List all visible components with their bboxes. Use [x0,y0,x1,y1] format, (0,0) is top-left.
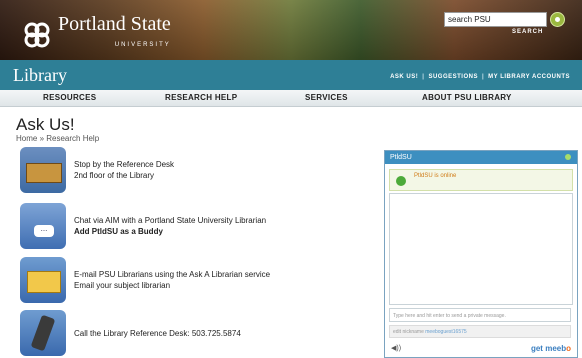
psu-header-banner: Portland State UNIVERSITY search PSU SEA… [0,0,582,60]
chat-message-area [389,193,573,305]
contact-option-text: Stop by the Reference Desk 2nd floor of … [74,159,174,181]
get-meebo-get: get [530,344,543,353]
breadcrumb[interactable]: Home » Research Help [16,134,99,143]
contact-option-email: E-mail PSU Librarians using the Ask A Li… [20,257,270,303]
search-input[interactable]: search PSU [444,12,547,27]
chat-widget-title: PtldSU [390,154,412,161]
link-ask-us[interactable]: ASK US! [390,74,418,80]
meebo-chat-widget: PtldSU PtldSU is online Type here and hi… [384,150,578,358]
contact-option-phone: Call the Library Reference Desk: 503.725… [20,310,241,356]
brand-name: Portland State [58,13,171,35]
chat-status-row: PtldSU is online [389,169,573,191]
nickname-row[interactable]: edit nickname meeboguest16575 [389,325,571,338]
reference-desk-icon [20,147,66,193]
library-utility-links: ASK US! | SUGGESTIONS | MY LIBRARY ACCOUNTS [390,74,570,80]
aim-add-buddy-link[interactable]: Add PtldSU as a Buddy [74,227,163,236]
contact-option-reference-desk: Stop by the Reference Desk 2nd floor of … [20,147,174,193]
search-go-icon[interactable] [550,12,565,27]
nav-services[interactable]: SERVICES [305,93,348,102]
psu-logo[interactable]: Portland State UNIVERSITY [22,14,171,55]
reference-desk-line1: Stop by the Reference Desk [74,160,175,169]
contact-option-aim: Chat via AIM with a Portland State Unive… [20,203,266,249]
page-title: Ask Us! [16,115,75,134]
email-subject-librarian-link[interactable]: Email your subject librarian [74,280,270,291]
get-meebo-link[interactable]: get meebo [531,344,571,353]
link-suggestions[interactable]: SUGGESTIONS [428,74,478,80]
main-nav: RESOURCES RESEARCH HELP SERVICES ABOUT P… [0,90,582,107]
buddy-status-icon [396,176,406,186]
psu-wordmark: Portland State UNIVERSITY [58,14,171,55]
online-status-icon [565,154,571,160]
search-button[interactable]: SEARCH [512,29,543,35]
nickname-label: edit nickname [393,329,424,335]
psu-logo-mark-icon [24,22,50,47]
link-separator: | [481,74,485,80]
aim-line1[interactable]: Chat via AIM with a Portland State Unive… [74,215,266,226]
email-envelope-icon [20,257,66,303]
nav-resources[interactable]: RESOURCES [43,93,96,102]
contact-option-text: Chat via AIM with a Portland State Unive… [74,215,266,237]
phone-line1: Call the Library Reference Desk: 503.725… [74,328,241,338]
sound-toggle-icon[interactable]: ◀)) [391,344,401,352]
brand-sub: UNIVERSITY [114,42,171,48]
aim-chat-icon [20,203,66,249]
reference-desk-line2: 2nd floor of the Library [74,171,155,180]
nav-research-help[interactable]: RESEARCH HELP [165,93,237,102]
chat-status-text: PtldSU is online [414,173,457,179]
contact-option-text: E-mail PSU Librarians using the Ask A Li… [74,269,270,291]
nickname-value[interactable]: meeboguest16575 [425,329,466,335]
mobile-phone-icon [20,310,66,356]
contact-option-text: Call the Library Reference Desk: 503.725… [74,328,241,339]
nav-about-psu-library[interactable]: ABOUT PSU LIBRARY [422,93,512,102]
library-title[interactable]: Library [13,65,67,86]
chat-widget-header[interactable]: PtldSU [385,151,577,164]
chat-message-input[interactable]: Type here and hit enter to send a privat… [389,308,571,322]
get-meebo-o: o [566,344,571,353]
library-bar: Library ASK US! | SUGGESTIONS | MY LIBRARY A… [0,60,582,90]
link-my-library-accounts[interactable]: MY LIBRARY ACCOUNTS [488,74,570,80]
email-line1[interactable]: E-mail PSU Librarians using the Ask A Li… [74,269,270,280]
get-meebo-meeb: meeb [545,344,567,353]
link-separator: | [422,74,425,80]
